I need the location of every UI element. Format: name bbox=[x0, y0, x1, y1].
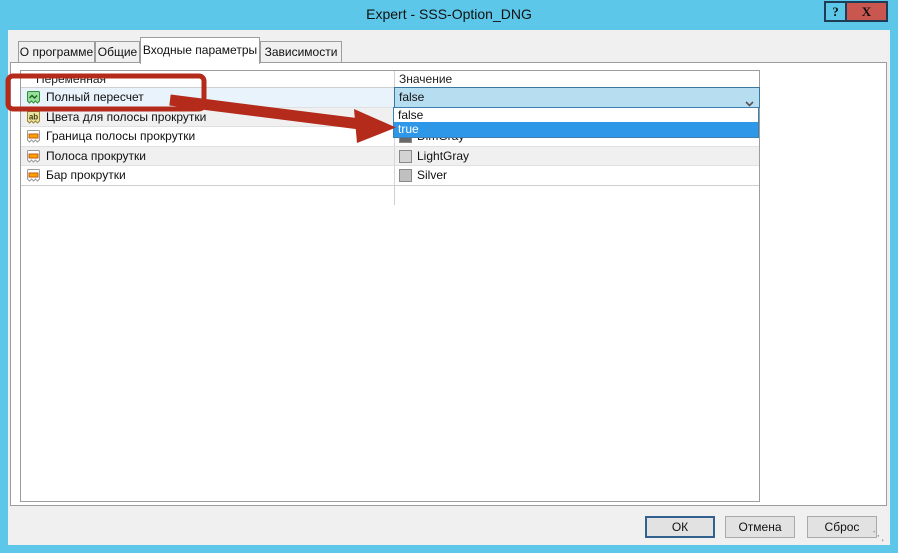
value-cell-scrollbar-bar[interactable]: Silver bbox=[394, 166, 759, 185]
column-header-variable: Переменная bbox=[36, 72, 106, 86]
tab-about[interactable]: О программе bbox=[18, 41, 95, 63]
value-cell-full-recalc[interactable]: false bbox=[394, 88, 759, 107]
param-name: Цвета для полосы прокрутки bbox=[46, 110, 206, 124]
param-name: Бар прокрутки bbox=[46, 168, 126, 182]
window-title: Expert - SSS-Option_DNG bbox=[0, 6, 898, 22]
tab-common[interactable]: Общие bbox=[95, 41, 140, 63]
title-bar[interactable]: Expert - SSS-Option_DNG ? X bbox=[0, 0, 898, 30]
dialog-window: Expert - SSS-Option_DNG ? X О программе … bbox=[0, 0, 898, 553]
tab-dependencies[interactable]: Зависимости bbox=[260, 41, 342, 63]
value-label: Silver bbox=[417, 168, 447, 182]
param-name: Полный пересчет bbox=[46, 90, 144, 104]
param-row-scrollbar-bar[interactable]: Бар прокрутки Silver bbox=[21, 166, 759, 186]
help-button[interactable]: ? bbox=[824, 1, 846, 22]
dropdown-option-true[interactable]: true bbox=[394, 122, 758, 137]
value-cell-scrollbar-band[interactable]: LightGray bbox=[394, 147, 759, 165]
reset-button[interactable]: Сброс bbox=[807, 516, 877, 538]
color-swatch bbox=[399, 150, 412, 163]
param-row-scrollbar-band[interactable]: Полоса прокрутки LightGray bbox=[21, 147, 759, 166]
value-combobox[interactable]: false bbox=[394, 87, 760, 108]
tab-inputs[interactable]: Входные параметры bbox=[140, 37, 260, 64]
svg-text:ab: ab bbox=[29, 113, 38, 122]
param-name: Полоса прокрутки bbox=[46, 149, 146, 163]
string-icon: ab bbox=[26, 110, 41, 125]
value-label: LightGray bbox=[417, 149, 469, 163]
resize-grip[interactable]: ⋱ bbox=[872, 528, 885, 544]
close-button[interactable]: X bbox=[846, 1, 888, 22]
dropdown-option-false[interactable]: false bbox=[394, 108, 758, 122]
color-icon bbox=[26, 168, 41, 183]
column-header-value: Значение bbox=[399, 72, 452, 86]
ok-button[interactable]: ОК bbox=[645, 516, 715, 538]
combobox-current-value: false bbox=[399, 90, 424, 104]
bool-icon bbox=[26, 90, 41, 105]
param-row-full-recalc[interactable]: Полный пересчет false bbox=[21, 88, 759, 108]
combobox-dropdown-list: false true bbox=[393, 107, 759, 138]
cancel-button[interactable]: Отмена bbox=[725, 516, 795, 538]
table-header: Переменная Значение bbox=[21, 71, 759, 88]
color-swatch bbox=[399, 169, 412, 182]
param-name: Граница полосы прокрутки bbox=[46, 129, 195, 143]
color-icon bbox=[26, 129, 41, 144]
color-icon bbox=[26, 149, 41, 164]
